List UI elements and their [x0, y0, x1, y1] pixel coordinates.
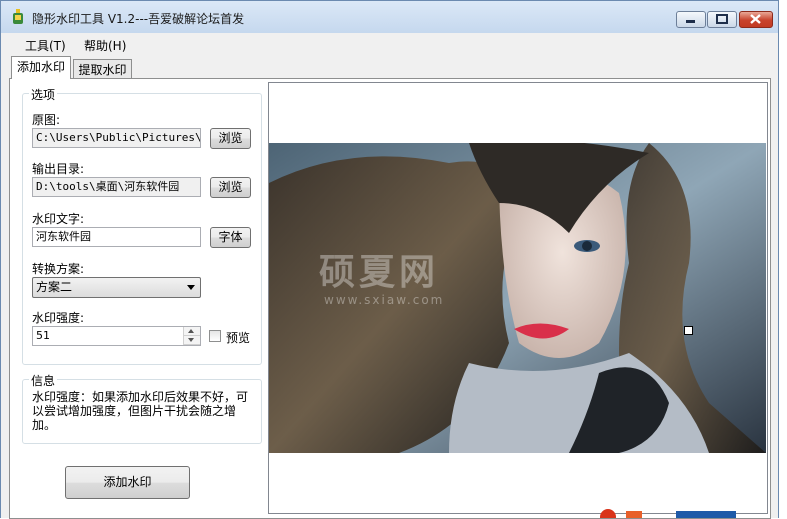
watermark-text-label: 水印文字:: [32, 212, 85, 226]
maximize-button[interactable]: [707, 11, 737, 28]
spin-up-icon[interactable]: [184, 327, 200, 336]
site-logo-icon: [600, 509, 736, 518]
minimize-button[interactable]: [676, 11, 706, 28]
watermark-text-input[interactable]: 河东软件园: [32, 227, 201, 247]
scheme-select-value: 方案二: [36, 280, 73, 294]
preview-checkbox-label: 预览: [226, 331, 251, 345]
options-legend: 选项: [29, 86, 58, 103]
browse-output-button[interactable]: 浏览: [210, 177, 251, 198]
position-handle[interactable]: [684, 326, 693, 335]
info-group: 信息 水印强度：如果添加水印后效果不好，可以尝试增加强度，但图片干扰会随之增加。: [22, 372, 262, 444]
source-path-field[interactable]: C:\Users\Public\Pictures\Sa: [32, 128, 201, 148]
tab-extract-watermark[interactable]: 提取水印: [73, 59, 132, 80]
watermark-overlay-text: 硕夏网: [319, 252, 440, 293]
app-window: 隐形水印工具 V1.2---吾爱破解论坛首发 工具(T) 帮助(H) 添加水印 …: [0, 0, 779, 519]
strength-stepper[interactable]: 51: [32, 326, 201, 346]
add-watermark-button[interactable]: 添加水印: [65, 466, 190, 499]
watermark-overlay-url: www.sxiaw.com: [324, 293, 445, 307]
output-label: 输出目录:: [32, 162, 85, 176]
title-bar[interactable]: 隐形水印工具 V1.2---吾爱破解论坛首发: [1, 1, 778, 33]
preview-photo: 硕夏网 www.sxiaw.com: [269, 143, 766, 453]
menu-bar: 工具(T) 帮助(H): [1, 33, 778, 55]
strength-label: 水印强度:: [32, 311, 85, 325]
close-icon: [750, 14, 761, 24]
output-dir-field[interactable]: D:\tools\桌面\河东软件园: [32, 177, 201, 197]
scheme-select[interactable]: 方案二: [32, 277, 201, 298]
tab-strip: 添加水印 提取水印: [1, 55, 778, 80]
image-preview: 硕夏网 www.sxiaw.com: [268, 82, 768, 514]
menu-help[interactable]: 帮助(H): [84, 37, 126, 54]
menu-tools[interactable]: 工具(T): [25, 37, 66, 54]
info-legend: 信息: [29, 372, 58, 389]
font-button[interactable]: 字体: [210, 227, 251, 248]
maximize-icon: [716, 14, 728, 24]
strength-value: 51: [36, 329, 50, 342]
source-label: 原图:: [32, 113, 61, 127]
tab-add-watermark[interactable]: 添加水印: [11, 56, 71, 79]
chevron-down-icon: [187, 285, 195, 290]
spinner-buttons[interactable]: [183, 327, 200, 345]
spin-down-icon[interactable]: [184, 336, 200, 345]
scheme-label: 转换方案:: [32, 262, 85, 276]
browse-source-button[interactable]: 浏览: [210, 128, 251, 149]
options-group: 选项 原图: C:\Users\Public\Pictures\Sa 浏览 输出…: [22, 86, 262, 365]
preview-checkbox[interactable]: [209, 330, 221, 342]
window-title: 隐形水印工具 V1.2---吾爱破解论坛首发: [32, 12, 245, 26]
tab-panel: 选项 原图: C:\Users\Public\Pictures\Sa 浏览 输出…: [9, 78, 771, 519]
info-text: 水印强度：如果添加水印后效果不好，可以尝试增加强度，但图片干扰会随之增加。: [32, 390, 249, 432]
corner-logo: [596, 503, 787, 518]
app-icon: [13, 9, 23, 24]
minimize-icon: [686, 20, 695, 23]
close-button[interactable]: [739, 11, 773, 28]
